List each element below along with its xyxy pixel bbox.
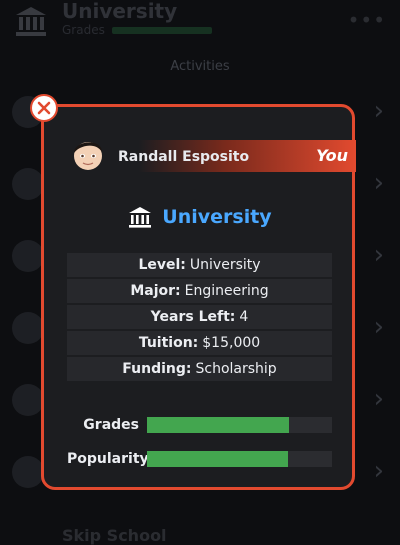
skip-school-label[interactable]: Skip School: [62, 526, 167, 545]
stat-label: Grades: [83, 417, 139, 433]
stat-bar-track: [147, 451, 332, 467]
stat-label: Popularity: [67, 451, 149, 467]
activity-icon: [12, 384, 44, 416]
detail-key: Major:: [130, 283, 181, 299]
detail-value: Scholarship: [195, 361, 277, 377]
modal-title-row: University: [0, 205, 400, 229]
detail-row-major: Major: Engineering: [67, 279, 332, 303]
more-menu-icon[interactable]: •••: [348, 8, 386, 32]
stats-bars: Grades Popularity: [67, 415, 332, 483]
chevron-right-icon: ›: [373, 384, 384, 414]
player-name: Randall Esposito: [118, 149, 250, 165]
grades-bar-fill: [147, 417, 290, 433]
background-header: University Grades •••: [0, 0, 400, 56]
detail-value: 4: [239, 309, 249, 325]
detail-key: Tuition:: [138, 335, 199, 351]
activity-icon: [12, 240, 44, 272]
detail-row-level: Level: University: [67, 253, 332, 277]
you-label: You: [316, 146, 348, 165]
detail-row-funding: Funding: Scholarship: [67, 357, 332, 381]
details-list: Level: University Major: Engineering Years…: [67, 253, 332, 383]
close-icon: [37, 101, 51, 115]
stat-row-popularity: Popularity: [67, 449, 332, 469]
popularity-bar-fill: [147, 451, 288, 467]
avatar: [74, 142, 102, 170]
activity-icon: [12, 168, 44, 200]
detail-row-years-left: Years Left: 4: [67, 305, 332, 329]
background-title: University: [62, 0, 178, 23]
modal-title: University: [162, 206, 272, 228]
stat-bar-track: [147, 417, 332, 433]
detail-key: Years Left:: [150, 309, 236, 325]
activity-icon: [12, 312, 44, 344]
background-subtitle: Grades: [62, 23, 105, 37]
detail-row-tuition: Tuition: $15,000: [67, 331, 332, 355]
chevron-right-icon: ›: [373, 96, 384, 126]
detail-value: University: [189, 257, 261, 273]
activities-section-label: Activities: [170, 59, 230, 74]
university-building-icon: [129, 207, 152, 228]
university-building-icon: [16, 7, 46, 36]
background-grades-bar: [112, 27, 212, 34]
detail-key: Level:: [138, 257, 186, 273]
chevron-right-icon: ›: [373, 168, 384, 198]
chevron-right-icon: ›: [373, 312, 384, 342]
chevron-right-icon: ›: [373, 240, 384, 270]
stat-row-grades: Grades: [67, 415, 332, 435]
detail-value: $15,000: [202, 335, 261, 351]
detail-value: Engineering: [184, 283, 269, 299]
close-button[interactable]: [30, 94, 58, 122]
detail-key: Funding:: [122, 361, 192, 377]
chevron-right-icon: ›: [373, 456, 384, 486]
activity-icon: [12, 456, 44, 488]
